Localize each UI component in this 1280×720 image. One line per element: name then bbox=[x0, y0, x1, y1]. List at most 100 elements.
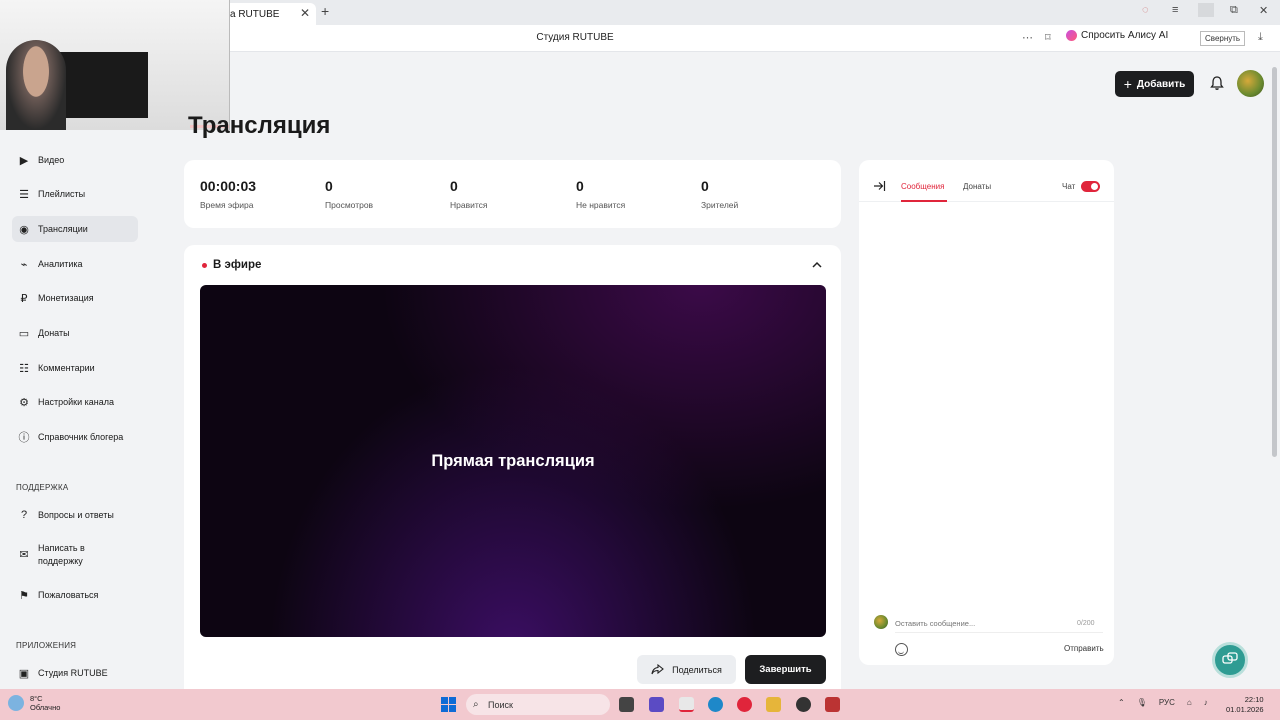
network-icon[interactable]: ⌂ bbox=[1187, 698, 1192, 707]
avatar[interactable] bbox=[1237, 70, 1264, 97]
bell-icon[interactable] bbox=[1209, 75, 1225, 91]
char-counter: 0/200 bbox=[1077, 620, 1095, 627]
obs-icon[interactable] bbox=[796, 697, 811, 712]
live-header: В эфире bbox=[202, 259, 261, 271]
sidebar-item-label: Справочник блогера bbox=[38, 432, 124, 442]
sidebar-item-report[interactable]: ⚑ Пожаловаться bbox=[12, 582, 138, 608]
active-tab-indicator bbox=[901, 200, 947, 202]
search-icon: ⌕ bbox=[473, 699, 479, 710]
sidebar-item-label: Монетизация bbox=[38, 293, 94, 303]
sidebar-item-label: Вопросы и ответы bbox=[38, 510, 114, 520]
finish-button[interactable]: Завершить bbox=[745, 655, 826, 684]
windows-start-icon[interactable] bbox=[441, 697, 456, 712]
folder-icon[interactable] bbox=[766, 697, 781, 712]
stat-value: 0 bbox=[701, 178, 709, 194]
ask-alice-button[interactable]: Спросить Алису AI bbox=[1066, 30, 1168, 41]
chevron-up-icon[interactable]: ⌃ bbox=[1118, 698, 1125, 707]
player-text: Прямая трансляция bbox=[431, 451, 595, 470]
send-button[interactable]: Отправить bbox=[1064, 644, 1104, 653]
task-view-icon[interactable] bbox=[619, 697, 634, 712]
more-icon[interactable]: ⋯ bbox=[1022, 31, 1033, 44]
message-input[interactable] bbox=[895, 615, 1103, 633]
video-icon: ▶ bbox=[19, 154, 29, 167]
mic-icon[interactable]: 🎙 bbox=[1137, 698, 1147, 707]
download-icon[interactable]: ⤓ bbox=[1258, 31, 1263, 44]
weather-widget[interactable]: 8°C Облачно bbox=[8, 694, 60, 712]
stat-label: Время эфира bbox=[200, 200, 254, 210]
sidebar-item-broadcasts[interactable]: ◉ Трансляции bbox=[12, 216, 138, 242]
share-button[interactable]: Поделиться bbox=[637, 655, 736, 684]
teams-icon[interactable] bbox=[649, 697, 664, 712]
tooltip: Свернуть bbox=[1200, 31, 1246, 46]
sidebar-item-label: Донаты bbox=[38, 328, 70, 338]
bookmark-icon[interactable]: ⌑ bbox=[1045, 31, 1051, 44]
taskbar: 8°C Облачно ⌕ Поиск ⌃ 🎙 РУС ⌂ ♪ 22:10 01… bbox=[0, 689, 1280, 720]
studio-icon: ▣ bbox=[18, 667, 30, 680]
close-tab-icon[interactable]: ✕ bbox=[300, 6, 310, 20]
emoji-icon[interactable] bbox=[895, 643, 908, 656]
donate-icon: ▭ bbox=[18, 327, 30, 340]
sidebar-item-label: Комментарии bbox=[38, 363, 95, 373]
app-icon[interactable] bbox=[825, 697, 840, 712]
edge-icon[interactable] bbox=[708, 697, 723, 712]
menu-icon[interactable]: ≡ bbox=[1172, 4, 1178, 16]
sidebar-item-studio-app[interactable]: ▣ Студия RUTUBE bbox=[12, 660, 138, 686]
info-icon: ⓘ bbox=[18, 432, 30, 444]
date: 01.01.2026 bbox=[1226, 705, 1264, 714]
tab-messages[interactable]: Сообщения bbox=[901, 182, 944, 191]
mail-icon: ✉ bbox=[19, 548, 29, 561]
chat-toggle[interactable] bbox=[1081, 181, 1100, 192]
sidebar-item-contact-support[interactable]: ✉ Написать в поддержку bbox=[12, 540, 138, 570]
support-section-label: ПОДДЕРЖКА bbox=[16, 483, 69, 492]
analytics-icon: ⌁ bbox=[20, 258, 28, 271]
sidebar-item-faq[interactable]: ? Вопросы и ответы bbox=[12, 502, 138, 528]
extension-icon[interactable]: ◌ bbox=[1142, 4, 1149, 16]
sidebar-item-monetization[interactable]: ₽ Монетизация bbox=[12, 285, 138, 311]
scrollbar-thumb[interactable] bbox=[1272, 67, 1277, 457]
scrollbar[interactable] bbox=[1270, 55, 1278, 680]
yandex-browser-icon[interactable] bbox=[679, 697, 694, 712]
broadcast-icon: ◉ bbox=[19, 223, 29, 236]
close-window-icon[interactable]: ✕ bbox=[1259, 4, 1268, 17]
stat-value: 0 bbox=[576, 178, 584, 194]
new-tab-button[interactable]: + bbox=[321, 3, 329, 19]
stat-dislikes: 0 Не нравится bbox=[576, 178, 625, 210]
tab-donations[interactable]: Донаты bbox=[963, 182, 991, 191]
sidebar-item-label: Настройки канала bbox=[38, 397, 115, 407]
add-button[interactable]: + Добавить bbox=[1115, 71, 1194, 97]
clock[interactable]: 22:10 01.01.2026 bbox=[1226, 695, 1264, 715]
stat-value: 00:00:03 bbox=[200, 178, 257, 194]
sidebar-item-video[interactable]: ▶ Видео bbox=[12, 147, 138, 173]
sidebar-item-label: Написать в поддержку bbox=[38, 543, 85, 566]
sidebar-item-label: Студия RUTUBE bbox=[38, 668, 108, 678]
comment-icon: ☷ bbox=[19, 362, 29, 375]
restore-icon[interactable]: ⧉ bbox=[1230, 4, 1238, 17]
flag-icon: ⚑ bbox=[19, 589, 29, 602]
volume-icon[interactable]: ♪ bbox=[1204, 698, 1208, 707]
opera-icon[interactable] bbox=[737, 697, 752, 712]
language-indicator[interactable]: РУС bbox=[1159, 698, 1175, 707]
sidebar-item-donations[interactable]: ▭ Донаты bbox=[12, 320, 138, 346]
sidebar-item-channel-settings[interactable]: ⚙ Настройки канала bbox=[12, 389, 138, 415]
stat-label: Не нравится bbox=[576, 200, 626, 210]
collapse-panel-icon[interactable] bbox=[873, 180, 886, 192]
sidebar-item-label: Плейлисты bbox=[38, 189, 86, 199]
help-button[interactable] bbox=[1212, 642, 1248, 678]
sidebar-item-label: Пожаловаться bbox=[38, 590, 99, 600]
apps-section-label: ПРИЛОЖЕНИЯ bbox=[16, 641, 77, 650]
minimize-button[interactable] bbox=[1198, 3, 1214, 17]
video-player[interactable]: Прямая трансляция bbox=[200, 285, 826, 637]
webcam-overlay bbox=[0, 0, 230, 130]
sidebar-item-comments[interactable]: ☷ Комментарии bbox=[12, 355, 138, 381]
sidebar-item-playlists[interactable]: ☰ Плейлисты bbox=[12, 181, 138, 207]
live-card: В эфире Прямая трансляция Поделиться Зав… bbox=[184, 245, 841, 693]
stat-likes: 0 Нравится bbox=[450, 178, 488, 210]
sidebar-item-analytics[interactable]: ⌁ Аналитика bbox=[12, 251, 138, 277]
chevron-up-icon[interactable] bbox=[811, 259, 823, 271]
taskbar-search[interactable]: ⌕ Поиск bbox=[466, 694, 610, 715]
ask-alice-label: Спросить Алису AI bbox=[1081, 30, 1169, 41]
add-button-label: Добавить bbox=[1136, 78, 1186, 90]
stat-value: 0 bbox=[450, 178, 458, 194]
sidebar-item-blogger-guide[interactable]: ⓘ Справочник блогера bbox=[12, 424, 138, 450]
live-dot-icon bbox=[202, 262, 207, 268]
